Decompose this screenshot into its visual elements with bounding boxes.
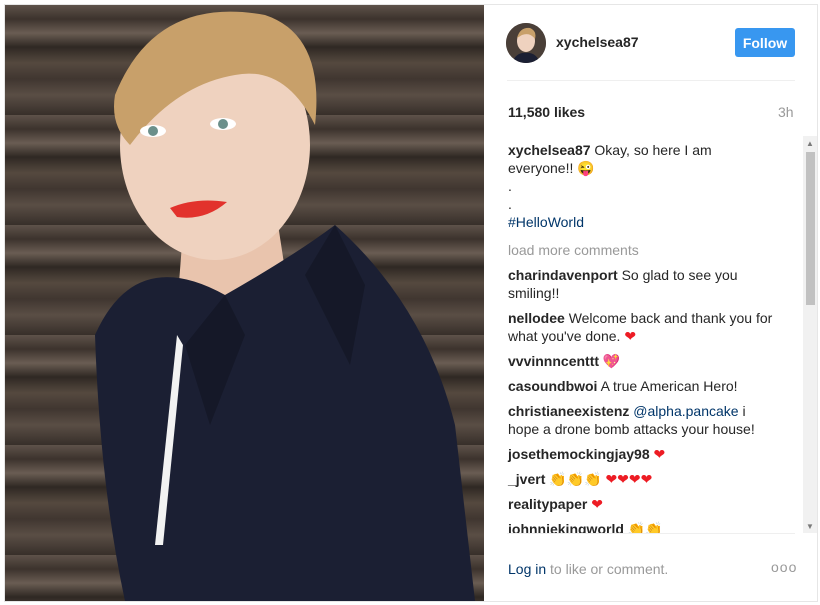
comment-username[interactable]: johnniekingworld <box>508 521 624 533</box>
clap-emoji: 👏👏 <box>627 521 663 533</box>
caption-dot-1: . <box>508 178 512 194</box>
comment: christianeexistenz @alpha.pancake i hope… <box>508 402 778 438</box>
clap-emoji: 👏👏👏 <box>549 471 602 487</box>
heart-emoji: ❤ <box>653 446 666 462</box>
caption-dot-2: . <box>508 196 512 212</box>
likes-count[interactable]: 11,580 likes <box>508 104 585 120</box>
post-author-username[interactable]: xychelsea87 <box>556 34 639 50</box>
caption-hashtag[interactable]: #HelloWorld <box>508 213 778 231</box>
login-prompt: Log in to like or comment. <box>508 561 668 577</box>
more-options-icon[interactable]: ooo <box>771 559 797 575</box>
comments-scrollbar[interactable]: ▲ ▼ <box>803 136 817 533</box>
comment: johnniekingworld 👏👏 <box>508 520 778 533</box>
avatar[interactable] <box>506 23 546 63</box>
header-divider <box>507 80 795 81</box>
post-photo[interactable] <box>5 5 484 601</box>
follow-button[interactable]: Follow <box>735 28 795 57</box>
comment-username[interactable]: charindavenport <box>508 267 618 283</box>
post-header: xychelsea87 Follow <box>486 5 817 81</box>
avatar-image <box>506 23 546 63</box>
post-time[interactable]: 3h <box>778 104 794 120</box>
comment-username[interactable]: christianeexistenz <box>508 403 629 419</box>
comment: josethemockingjay98 ❤ <box>508 445 778 463</box>
sparkling-heart-emoji: 💖 <box>602 353 621 369</box>
login-link[interactable]: Log in <box>508 561 546 577</box>
portrait-illustration <box>95 11 475 601</box>
load-more-comments[interactable]: load more comments <box>508 241 778 259</box>
scroll-up-icon[interactable]: ▲ <box>803 136 817 150</box>
comment-username[interactable]: vvvinnncenttt <box>508 353 599 369</box>
scrollbar-thumb[interactable] <box>806 152 815 305</box>
comment-username[interactable]: casoundbwoi <box>508 378 597 394</box>
heart-emoji: ❤ <box>624 328 637 344</box>
post-footer: Log in to like or comment. ooo <box>486 533 817 601</box>
comment: _jvert 👏👏👏 ❤❤❤❤ <box>508 470 778 488</box>
footer-divider <box>507 533 795 534</box>
heart-emoji: ❤ <box>591 496 603 512</box>
comment-username[interactable]: _jvert <box>508 471 545 487</box>
scroll-down-icon[interactable]: ▼ <box>803 519 817 533</box>
post-side-panel: xychelsea87 Follow 11,580 likes 3h xyche… <box>486 5 817 601</box>
comment: nellodee Welcome back and thank you for … <box>508 309 778 345</box>
comment: realitypaper ❤ <box>508 495 778 513</box>
comment-text: A true American Hero! <box>600 378 738 394</box>
comments-list[interactable]: xychelsea87 Okay, so here I am everyone!… <box>486 136 817 533</box>
comment: casoundbwoi A true American Hero! <box>508 377 778 395</box>
comment-username[interactable]: josethemockingjay98 <box>508 446 650 462</box>
caption-emoji: 😜 <box>577 160 595 176</box>
comment-username[interactable]: nellodee <box>508 310 565 326</box>
comment: vvvinnncenttt 💖 <box>508 352 778 370</box>
caption: xychelsea87 Okay, so here I am everyone!… <box>508 141 778 231</box>
caption-username[interactable]: xychelsea87 <box>508 142 591 158</box>
comment-mention[interactable]: @alpha.pancake <box>633 403 738 419</box>
heart-emoji: ❤❤❤❤ <box>605 471 653 487</box>
comment: charindavenport So glad to see you smili… <box>508 266 778 302</box>
comment-username[interactable]: realitypaper <box>508 496 587 512</box>
login-prompt-text: to like or comment. <box>546 561 669 577</box>
